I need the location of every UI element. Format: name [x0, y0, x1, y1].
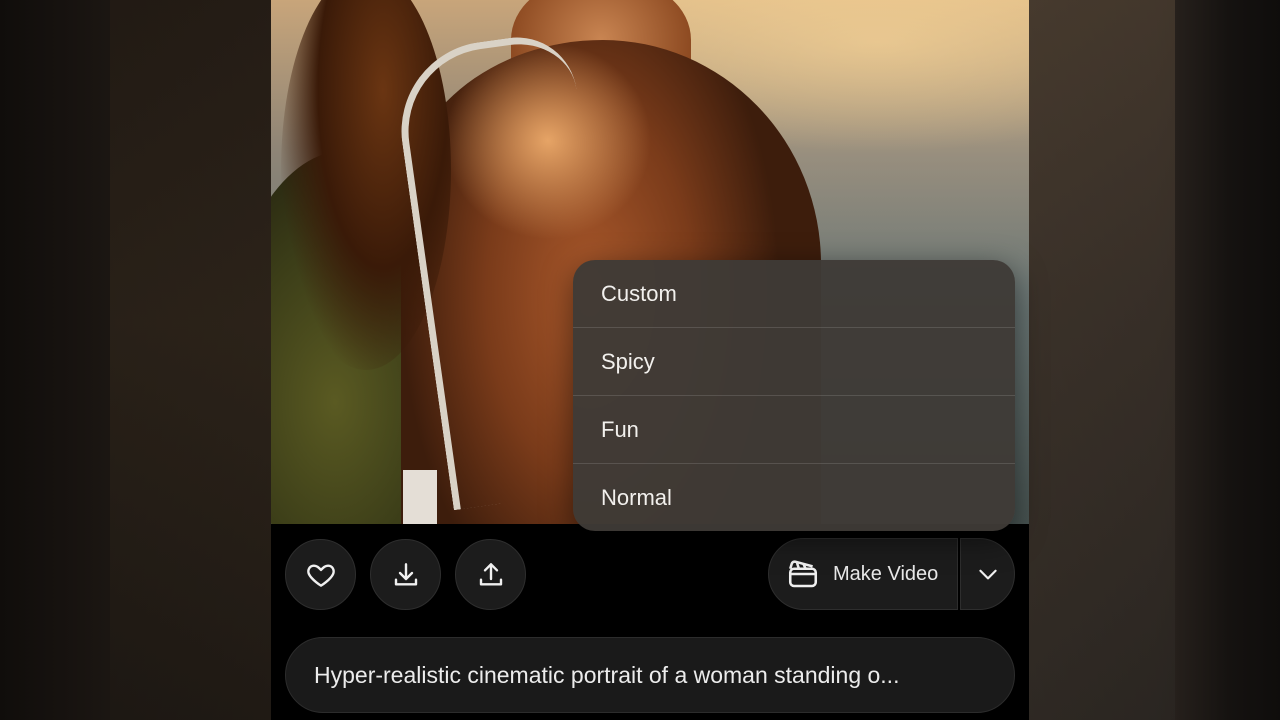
like-button[interactable]	[285, 539, 356, 610]
menu-item-fun[interactable]: Fun	[573, 396, 1015, 464]
blurred-backdrop-left	[0, 0, 271, 720]
menu-item-label: Fun	[601, 416, 639, 442]
clapperboard-icon	[788, 560, 818, 588]
prompt-text: Hyper-realistic cinematic portrait of a …	[314, 661, 900, 688]
menu-item-normal[interactable]: Normal	[573, 464, 1015, 531]
share-button[interactable]	[455, 539, 526, 610]
prompt-field[interactable]: Hyper-realistic cinematic portrait of a …	[285, 637, 1015, 713]
menu-item-custom[interactable]: Custom	[573, 260, 1015, 328]
make-video-label: Make Video	[833, 562, 939, 585]
video-mode-menu: Custom Spicy Fun Normal	[573, 260, 1015, 531]
heart-icon	[306, 563, 335, 587]
menu-item-label: Custom	[601, 280, 677, 306]
download-button[interactable]	[370, 539, 441, 610]
chevron-down-icon	[978, 569, 997, 580]
share-icon	[479, 562, 502, 586]
menu-item-spicy[interactable]: Spicy	[573, 328, 1015, 396]
blurred-backdrop-right	[1029, 0, 1280, 720]
menu-item-label: Normal	[601, 485, 672, 510]
make-video-button[interactable]: Make Video	[768, 538, 958, 610]
menu-item-label: Spicy	[601, 348, 655, 374]
download-icon	[394, 562, 417, 586]
